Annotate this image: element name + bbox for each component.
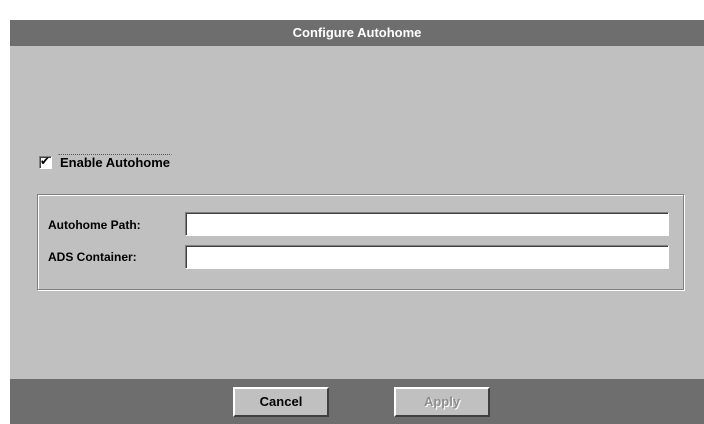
checkmark-icon: ✔: [40, 153, 51, 168]
enable-autohome-checkbox[interactable]: ✔: [39, 153, 52, 169]
cancel-button[interactable]: Cancel: [233, 387, 329, 417]
dialog-button-bar: Cancel Apply: [10, 379, 704, 424]
ads-container-input[interactable]: [185, 245, 669, 269]
enable-autohome-checkbox-row[interactable]: ✔ Enable Autohome: [39, 153, 173, 171]
dialog-title: Configure Autohome: [292, 25, 422, 40]
enable-autohome-label[interactable]: Enable Autohome: [58, 153, 173, 171]
configure-autohome-dialog: Configure Autohome ✔ Enable Autohome Aut…: [10, 20, 704, 424]
autohome-fields-group: Autohome Path: ADS Container:: [37, 194, 684, 290]
autohome-path-label: Autohome Path:: [48, 218, 141, 232]
autohome-path-input[interactable]: [185, 212, 669, 236]
dialog-title-bar: Configure Autohome: [10, 20, 704, 46]
ads-container-label: ADS Container:: [48, 250, 137, 264]
apply-button[interactable]: Apply: [394, 387, 490, 417]
